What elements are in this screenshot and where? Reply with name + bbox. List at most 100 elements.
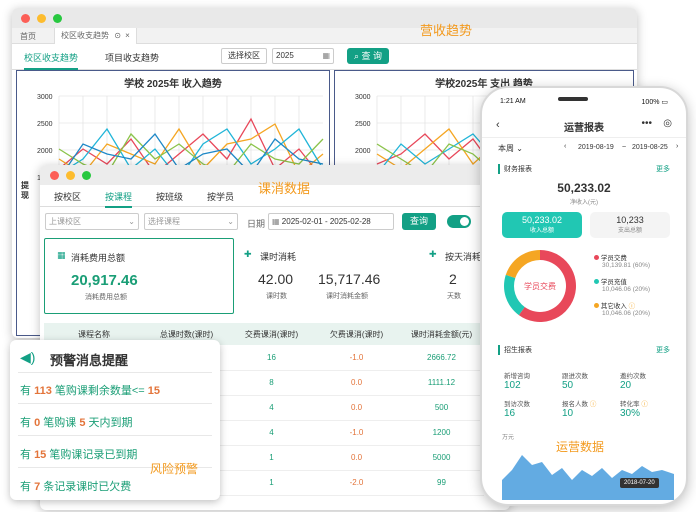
target-icon[interactable]: ◎: [663, 118, 672, 129]
tab-home[interactable]: 首页: [20, 31, 36, 42]
date-label: 日期: [247, 219, 266, 229]
subtab-campus[interactable]: 校区收支趋势: [24, 51, 79, 70]
toggle-knob: [460, 217, 469, 226]
warning-row[interactable]: 有 0 笔购课 5 天内到期: [20, 414, 133, 430]
enroll-section-header: 招生报表 更多: [498, 345, 670, 355]
more-link[interactable]: 更多: [656, 345, 670, 355]
browser-tabs: 首页 校区收支趋势 ⊙ ×: [12, 28, 637, 44]
phone-header: ‹ 运营报表 ••• ◎: [482, 116, 686, 138]
caption-course: 课消数据: [258, 181, 311, 196]
refresh-icon[interactable]: ⊙: [114, 31, 121, 40]
date-start: 2019-08-19: [578, 144, 614, 151]
subtab-bar: 校区收支趋势 项目收支趋势 选择校区 2025 ▦ ⌕ 查 询: [12, 44, 637, 70]
caption-risk: 风险预警: [150, 462, 199, 476]
filter-bar: 上课校区 ⌄ 选择课程 ⌄ 日期 ▦ 2025-02-01 - 2025-02-…: [40, 207, 510, 237]
stat-item: 报名人数 ⓘ 10: [562, 401, 597, 419]
date-end: 2019-08-25: [632, 144, 668, 151]
help-icon[interactable]: ⓘ: [629, 303, 636, 310]
title-bar: [12, 8, 637, 28]
card-sub: 课时数: [266, 293, 287, 300]
stat-item: 跟进次数 50: [562, 373, 588, 391]
more-icon[interactable]: •••: [641, 118, 652, 129]
warning-row[interactable]: 有 113 笔购课剩余数量<= 15: [20, 382, 160, 398]
warning-row[interactable]: 有 7 条记录课时已欠费: [20, 478, 131, 494]
toggle-switch[interactable]: [447, 215, 471, 228]
donut-legend: 学员交费 30,139.81 (60%) 学员充值 10,046.06 (20%…: [594, 252, 650, 324]
stat-item: 新增咨询 102: [504, 373, 530, 391]
maximize-dot[interactable]: [82, 171, 91, 180]
date-next-icon[interactable]: ›: [676, 143, 678, 150]
close-dot[interactable]: [50, 171, 59, 180]
date-range-input[interactable]: ▦ 2025-02-01 - 2025-02-28: [268, 213, 394, 230]
puzzle-icon: ✚: [244, 249, 252, 259]
side-label: 提现: [21, 181, 29, 200]
grid-icon: ▦: [57, 250, 66, 260]
speaker-icon: ◀): [20, 349, 36, 365]
tab-by-course[interactable]: 按课程: [105, 190, 133, 208]
donut-slice: [504, 274, 525, 316]
card-class-hours: ✚ 课时消耗 42.00 课时数 15,717.46 课时消耗金额: [240, 238, 418, 314]
course-select[interactable]: 选择课程 ⌄: [144, 213, 238, 230]
legend-item: 学员充值 10,046.06 (20%): [594, 276, 650, 300]
card-value: 20,917.46: [71, 272, 138, 289]
card-sub-2: 课时消耗金额: [326, 293, 368, 300]
y-tick: 2500: [37, 121, 53, 128]
more-link[interactable]: 更多: [656, 164, 670, 174]
col-paid-hours[interactable]: 交费课消(课时): [229, 323, 314, 345]
campus-select[interactable]: 上课校区 ⌄: [45, 213, 139, 230]
puzzle-icon: ✚: [429, 249, 437, 259]
status-bar: 1:21 AM 100% ▭: [500, 97, 668, 106]
col-amount[interactable]: 课时消耗金额(元): [399, 323, 484, 345]
tab-campus-trend[interactable]: 校区收支趋势 ⊙ ×: [54, 28, 137, 44]
col-owed-hours[interactable]: 欠费课消(课时): [314, 323, 399, 345]
query-button[interactable]: 查询: [402, 213, 436, 230]
total-value: 50,233.02: [557, 181, 611, 195]
stat-item: 邀约次数 20: [620, 373, 646, 391]
warning-title: 预警消息提醒: [50, 353, 129, 368]
phone-title: 运营报表: [564, 123, 604, 134]
chart-tooltip: 2018-07-20: [620, 478, 659, 488]
period-select[interactable]: 本周 ⌄: [498, 143, 523, 154]
income-chart-title: 学校 2025年 收入趋势: [124, 79, 222, 90]
tab-by-campus[interactable]: 按校区: [54, 190, 81, 203]
help-icon[interactable]: ⓘ: [641, 401, 648, 408]
series-line: [376, 128, 496, 170]
expense-pill[interactable]: 10,233 支出总额: [590, 212, 670, 238]
card-value: 2: [449, 271, 457, 287]
card-sub: 天数: [447, 293, 461, 300]
card-value-2: 15,717.46: [318, 271, 381, 287]
tab-by-class[interactable]: 按班级: [156, 190, 183, 203]
campus-select[interactable]: 选择校区: [221, 48, 267, 64]
date-prev-icon[interactable]: ‹: [564, 143, 566, 150]
minimize-dot[interactable]: [66, 171, 75, 180]
y-tick: 2500: [355, 121, 371, 128]
caption-ops: 运营数据: [556, 440, 605, 454]
query-button[interactable]: ⌕ 查 询: [347, 48, 389, 64]
subtab-project[interactable]: 项目收支趋势: [105, 51, 159, 64]
search-icon: ⌕: [353, 51, 359, 61]
warning-row[interactable]: 有 15 笔购课记录已到期: [20, 446, 137, 462]
close-tab-icon[interactable]: ×: [125, 31, 130, 40]
tab-by-student[interactable]: 按学员: [207, 190, 234, 203]
maximize-dot[interactable]: [53, 14, 62, 23]
year-input[interactable]: 2025 ▦: [272, 48, 334, 64]
minimize-dot[interactable]: [37, 14, 46, 23]
help-icon[interactable]: ⓘ: [590, 401, 597, 408]
donut-chart: 学员交费: [504, 250, 576, 322]
phone-frame: 1:21 AM 100% ▭ ‹ 运营报表 ••• ◎ 本周 ⌄ ‹ 2019-…: [480, 86, 688, 506]
card-sub: 消耗费用总额: [85, 294, 127, 301]
date-sep: ~: [622, 144, 627, 151]
y-tick: 2000: [355, 148, 371, 155]
donut-slice: [505, 250, 540, 278]
card-title: 课时消耗: [260, 252, 297, 262]
legend-item: 学员交费 30,139.81 (60%): [594, 252, 650, 276]
close-dot[interactable]: [21, 14, 30, 23]
calendar-icon: ▦: [322, 51, 330, 60]
card-value: 42.00: [258, 271, 294, 287]
stat-item: 转化率 ⓘ 30%: [620, 401, 648, 419]
card-total-cost: ▦ 消耗费用总额 20,917.46 消耗费用总额: [44, 238, 234, 314]
income-pill[interactable]: 50,233.02 收入总额: [502, 212, 582, 238]
card-title: 消耗费用总额: [71, 253, 126, 263]
divider: [18, 435, 212, 436]
donut-label: 学员交费: [524, 281, 556, 291]
